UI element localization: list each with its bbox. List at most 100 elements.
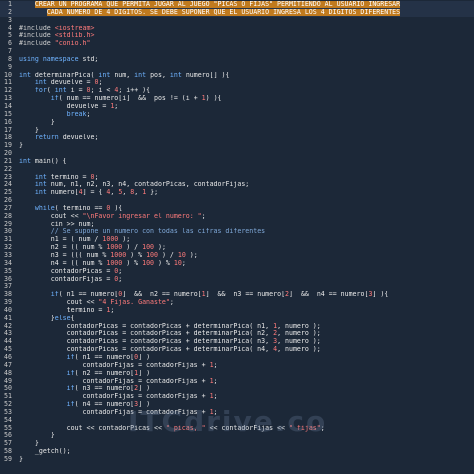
code-line[interactable]: 47 contadorFijas = contadorFijas + 1; bbox=[0, 362, 474, 370]
code-line[interactable]: 7 bbox=[0, 48, 474, 56]
code-line[interactable]: 5 #include <stdlib.h> bbox=[0, 32, 474, 40]
code-line[interactable]: 15 break; bbox=[0, 111, 474, 119]
code-token: ) / bbox=[157, 252, 178, 259]
code-line[interactable]: 10 int determinarPica( int num, int pos, … bbox=[0, 72, 474, 80]
code-token: 100 bbox=[142, 244, 155, 252]
code-line[interactable]: 45 contadorPicas = contadorPicas + deter… bbox=[0, 346, 474, 354]
code-token: contadorPicas = contadorPicas + determin… bbox=[19, 338, 274, 346]
code-line[interactable]: 23 int termino = 0; bbox=[0, 174, 474, 182]
line-number: 9 bbox=[8, 63, 12, 71]
code-line[interactable]: 53 contadorFijas = contadorFijas + 1; bbox=[0, 409, 474, 417]
code-line[interactable]: 8 using namespace std; bbox=[0, 56, 474, 64]
code-token: int bbox=[54, 87, 67, 95]
code-text: contadorFijas = contadorFijas + 1; bbox=[19, 393, 218, 401]
code-line[interactable]: 51 contadorFijas = contadorFijas + 1; bbox=[0, 393, 474, 401]
line-number: 55 bbox=[4, 424, 12, 432]
line-number: 10 bbox=[4, 71, 12, 79]
line-number: 26 bbox=[4, 197, 12, 205]
code-line[interactable]: 18 return devuelve; bbox=[0, 134, 474, 142]
code-line[interactable]: 22 bbox=[0, 166, 474, 174]
code-token: }; bbox=[146, 189, 159, 197]
code-line[interactable]: 38 if( n1 == numero[0] && n2 == numero[1… bbox=[0, 291, 474, 299]
code-line[interactable]: 31 n1 = ( num / 1000 ); bbox=[0, 236, 474, 244]
code-line[interactable]: 30 // Se supone un numero con todas las … bbox=[0, 228, 474, 236]
code-line[interactable]: 14 devuelve = 1; bbox=[0, 103, 474, 111]
code-token: 100 bbox=[146, 252, 158, 259]
code-line[interactable]: 49 contadorFijas = contadorFijas + 1; bbox=[0, 378, 474, 386]
code-line[interactable]: 17 } bbox=[0, 127, 474, 135]
line-number: 30 bbox=[4, 228, 12, 236]
code-line[interactable]: 26 bbox=[0, 197, 474, 205]
line-number: 15 bbox=[4, 110, 12, 118]
code-token: ; bbox=[213, 393, 218, 401]
code-line[interactable]: 3 bbox=[0, 17, 474, 25]
code-line[interactable]: 50 if( n3 == numero[2] ) bbox=[0, 385, 474, 393]
code-text: if( n2 == numero[1] ) bbox=[19, 370, 150, 378]
code-line[interactable]: 33 n3 = ((( num % 1000 ) % 100 ) / 10 ); bbox=[0, 252, 474, 260]
code-token: 100 bbox=[142, 259, 155, 267]
code-line[interactable]: 20 bbox=[0, 150, 474, 158]
code-line[interactable]: 2 CADA NUMERO DE 4 DIGITOS. SE DEBE SUPO… bbox=[0, 8, 474, 17]
line-number: 53 bbox=[4, 408, 12, 416]
code-token: return bbox=[34, 134, 59, 142]
code-token: if bbox=[66, 369, 75, 377]
code-line[interactable]: 13 if( num == numero[i] && pos != (i + 1… bbox=[0, 95, 474, 103]
code-editor[interactable]: 1 CREAR UN PROGRAMA QUE PERMITA JUGAR AL… bbox=[0, 0, 474, 474]
code-line[interactable]: 43 contadorPicas = contadorPicas + deter… bbox=[0, 330, 474, 338]
code-line[interactable]: 16 } bbox=[0, 119, 474, 127]
code-line[interactable]: 25 int numero[4] = { 4, 5, 8, 1 }; bbox=[0, 189, 474, 197]
code-line[interactable]: 42 contadorPicas = contadorPicas + deter… bbox=[0, 323, 474, 331]
code-token: num, bbox=[110, 71, 135, 79]
line-number: 6 bbox=[8, 40, 12, 48]
code-line[interactable]: 57 } bbox=[0, 440, 474, 448]
code-token: "\nFavor ingresar el numero: " bbox=[82, 212, 202, 220]
code-line[interactable]: 41 }else{ bbox=[0, 315, 474, 323]
code-line[interactable]: 58 _getch(); bbox=[0, 448, 474, 456]
code-line[interactable]: 24 int num, n1, n2, n3, n4, contadorPica… bbox=[0, 181, 474, 189]
code-line[interactable]: 21 int main() { bbox=[0, 158, 474, 166]
code-token: } bbox=[19, 455, 23, 463]
code-text: } bbox=[19, 127, 39, 135]
code-line[interactable]: 11 int devuelve = 0; bbox=[0, 79, 474, 87]
code-token: contadorPicas = bbox=[19, 267, 115, 275]
code-token: ; bbox=[118, 267, 123, 275]
code-token: cout << contadorPicas << bbox=[19, 424, 166, 432]
code-line[interactable]: 1 CREAR UN PROGRAMA QUE PERMITA JUGAR AL… bbox=[0, 1, 474, 9]
code-line[interactable]: 44 contadorPicas = contadorPicas + deter… bbox=[0, 338, 474, 346]
code-line[interactable]: 4 #include <iostream> bbox=[0, 25, 474, 33]
code-line[interactable]: 54 bbox=[0, 417, 474, 425]
code-text: cin >> num; bbox=[19, 221, 95, 229]
code-line[interactable]: 36 contadorFijas = 0; bbox=[0, 276, 474, 284]
code-text: contadorPicas = contadorPicas + determin… bbox=[19, 346, 321, 354]
code-line[interactable]: 39 cout << "4 Fijas. Ganaste"; bbox=[0, 299, 474, 307]
code-line[interactable]: 9 bbox=[0, 64, 474, 72]
code-line[interactable]: 40 termino = 1; bbox=[0, 307, 474, 315]
code-line[interactable]: 6 #include "conio.h" bbox=[0, 40, 474, 48]
code-token: devuelve = bbox=[46, 79, 95, 87]
code-line[interactable]: 56 } bbox=[0, 432, 474, 440]
line-number: 12 bbox=[4, 87, 12, 95]
code-line[interactable]: 37 bbox=[0, 283, 474, 291]
line-number: 41 bbox=[4, 314, 12, 322]
code-line[interactable]: 35 contadorPicas = 0; bbox=[0, 268, 474, 276]
code-line[interactable]: 32 n2 = (( num % 1000 ) / 100 ); bbox=[0, 244, 474, 252]
code-line[interactable]: 48 if( n2 == numero[1] ) bbox=[0, 370, 474, 378]
code-line[interactable]: 27 while( termino == 0 ){ bbox=[0, 205, 474, 213]
code-line[interactable]: 46 if( n1 == numero[0] ) bbox=[0, 354, 474, 362]
code-token: while bbox=[34, 204, 55, 212]
line-number: 21 bbox=[4, 157, 12, 165]
code-line[interactable]: 12 for( int i = 0; i < 4; i++ ){ bbox=[0, 87, 474, 95]
code-line[interactable]: 19} bbox=[0, 142, 474, 150]
code-token: #include bbox=[19, 40, 55, 48]
code-line[interactable]: 55 cout << contadorPicas << " picas, " <… bbox=[0, 425, 474, 433]
code-line[interactable]: 52 if( n4 == numero[3] ) bbox=[0, 401, 474, 409]
code-line[interactable]: 29 cin >> num; bbox=[0, 221, 474, 229]
code-line[interactable]: 28 cout << "\nFavor ingresar el numero: … bbox=[0, 213, 474, 221]
code-line[interactable]: 34 n4 = (( num % 1000 ) % 100 ) % 10; bbox=[0, 260, 474, 268]
code-line[interactable]: 59} bbox=[0, 456, 474, 464]
line-number: 18 bbox=[4, 134, 12, 142]
